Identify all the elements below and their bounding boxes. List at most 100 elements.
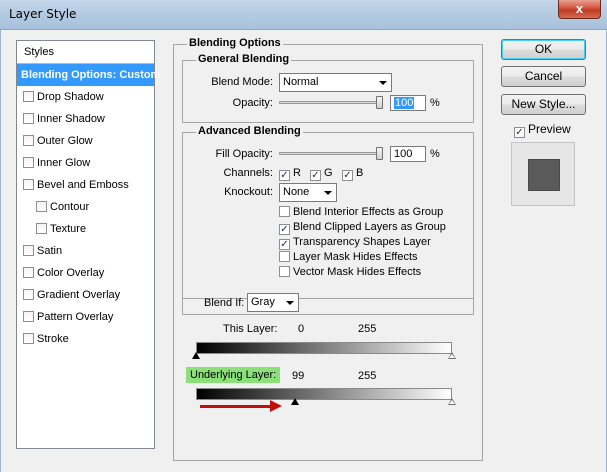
this-layer-label: This Layer: xyxy=(223,323,278,335)
styles-item-gradient-overlay[interactable]: Gradient Overlay xyxy=(17,284,154,306)
checkbox-icon[interactable] xyxy=(23,289,34,300)
preview-checkbox[interactable]: ✓ Preview xyxy=(514,122,571,138)
styles-item-inner-shadow[interactable]: Inner Shadow xyxy=(17,108,154,130)
checkbox-icon[interactable] xyxy=(23,179,34,190)
styles-item-label: Contour xyxy=(50,201,90,213)
styles-item-drop-shadow[interactable]: Drop Shadow xyxy=(17,86,154,108)
title-bar[interactable]: Layer Style x xyxy=(0,0,607,30)
fill-opacity-value: 100 xyxy=(394,148,413,160)
transparency-shapes-layer-checkbox[interactable]: ✓ Transparency Shapes Layer xyxy=(279,236,431,250)
styles-item-label: Pattern Overlay xyxy=(37,311,114,323)
styles-item-label: Satin xyxy=(37,245,63,257)
channel-r-checkbox[interactable]: ✓ R xyxy=(279,167,301,181)
checkmark-icon[interactable]: ✓ xyxy=(279,239,290,250)
checkbox-icon[interactable] xyxy=(23,135,34,146)
blend-if-value: Gray xyxy=(251,296,275,308)
opacity-input[interactable]: 100 xyxy=(390,95,426,111)
checkmark-icon[interactable]: ✓ xyxy=(279,170,290,181)
checkbox-icon[interactable] xyxy=(279,266,290,277)
styles-item-label: Outer Glow xyxy=(37,135,93,147)
blend-mode-select[interactable]: Normal xyxy=(279,73,392,92)
channel-r-label: R xyxy=(293,167,301,179)
checkbox-icon[interactable] xyxy=(279,251,290,262)
blend-clipped-layers-checkbox[interactable]: ✓ Blend Clipped Layers as Group xyxy=(279,221,446,235)
styles-item-texture[interactable]: Texture xyxy=(17,218,154,240)
styles-item-label: Inner Glow xyxy=(37,157,91,169)
layer-mask-hides-effects-checkbox[interactable]: Layer Mask Hides Effects xyxy=(279,251,418,263)
channel-b-checkbox[interactable]: ✓ B xyxy=(342,167,363,181)
opacity-slider[interactable] xyxy=(279,101,383,104)
vector-mask-hides-effects-checkbox[interactable]: Vector Mask Hides Effects xyxy=(279,266,421,278)
styles-item-label: Inner Shadow xyxy=(37,113,105,125)
blend-interior-effects-checkbox[interactable]: Blend Interior Effects as Group xyxy=(279,206,443,218)
underlying-layer-label: Underlying Layer: xyxy=(186,367,281,383)
underlying-layer-low-value: 99 xyxy=(292,370,305,382)
styles-item-stroke[interactable]: Stroke xyxy=(17,328,154,350)
dropdown-arrow-icon xyxy=(324,191,332,195)
underlying-layer-white-slider-icon[interactable] xyxy=(448,398,456,405)
blend-mode-value: Normal xyxy=(283,76,319,88)
styles-header[interactable]: Styles xyxy=(17,41,154,64)
checkbox-icon[interactable] xyxy=(23,311,34,322)
styles-item-label: Gradient Overlay xyxy=(37,289,121,301)
option-label: Blend Interior Effects as Group xyxy=(293,206,444,218)
checkbox-icon[interactable] xyxy=(23,157,34,168)
underlying-layer-black-slider-icon[interactable] xyxy=(291,398,299,405)
checkmark-icon[interactable]: ✓ xyxy=(514,127,525,138)
styles-item-contour[interactable]: Contour xyxy=(17,196,154,218)
opacity-slider-thumb[interactable] xyxy=(376,96,383,109)
dropdown-arrow-icon xyxy=(286,301,294,305)
checkbox-icon[interactable] xyxy=(279,206,290,217)
knockout-value: None xyxy=(283,186,310,198)
underlying-layer-gradient-bar xyxy=(196,388,452,400)
styles-item-inner-glow[interactable]: Inner Glow xyxy=(17,152,154,174)
styles-item-label: Drop Shadow xyxy=(37,91,104,103)
styles-item-bevel-and-emboss[interactable]: Bevel and Emboss xyxy=(17,174,154,196)
channel-g-checkbox[interactable]: ✓ G xyxy=(310,167,333,181)
option-label: Vector Mask Hides Effects xyxy=(293,266,422,278)
this-layer-white-slider-icon[interactable] xyxy=(448,352,456,359)
fill-opacity-slider-thumb[interactable] xyxy=(376,147,383,160)
fill-opacity-slider[interactable] xyxy=(279,152,383,155)
general-blending-title: General Blending xyxy=(196,53,292,65)
checkbox-icon[interactable] xyxy=(23,245,34,256)
window-title: Layer Style xyxy=(9,7,77,21)
cancel-button[interactable]: Cancel xyxy=(501,66,586,87)
option-label: Transparency Shapes Layer xyxy=(293,236,431,248)
this-layer-black-slider-icon[interactable] xyxy=(192,352,200,359)
checkbox-icon[interactable] xyxy=(23,113,34,124)
knockout-select[interactable]: None xyxy=(279,183,337,202)
dialog-client: Styles Blending Options: Custom Drop Sha… xyxy=(0,30,607,472)
styles-item-satin[interactable]: Satin xyxy=(17,240,154,262)
styles-item-color-overlay[interactable]: Color Overlay xyxy=(17,262,154,284)
styles-item-pattern-overlay[interactable]: Pattern Overlay xyxy=(17,306,154,328)
checkbox-icon[interactable] xyxy=(23,91,34,102)
fill-opacity-unit: % xyxy=(430,148,440,160)
checkbox-icon[interactable] xyxy=(36,201,47,212)
checkmark-icon[interactable]: ✓ xyxy=(310,170,321,181)
this-layer-gradient-bar xyxy=(196,342,452,354)
checkbox-icon[interactable] xyxy=(23,267,34,278)
this-layer-high-value: 255 xyxy=(358,323,377,335)
styles-item-blending-options[interactable]: Blending Options: Custom xyxy=(17,64,160,86)
close-button[interactable]: x xyxy=(558,0,601,19)
styles-item-label: Texture xyxy=(50,223,87,235)
new-style-button[interactable]: New Style... xyxy=(501,94,586,115)
annotation-arrow-shaft xyxy=(200,405,272,408)
opacity-value: 100 xyxy=(394,97,415,109)
styles-item-label: Color Overlay xyxy=(37,267,105,279)
ok-button[interactable]: OK xyxy=(501,39,586,60)
blend-if-label: Blend If: xyxy=(204,297,245,309)
preview-label: Preview xyxy=(528,122,571,136)
checkmark-icon[interactable]: ✓ xyxy=(279,224,290,235)
blend-if-select[interactable]: Gray xyxy=(247,293,299,312)
option-label: Blend Clipped Layers as Group xyxy=(293,221,446,233)
checkbox-icon[interactable] xyxy=(23,333,34,344)
style-preview xyxy=(511,142,575,206)
checkbox-icon[interactable] xyxy=(36,223,47,234)
checkmark-icon[interactable]: ✓ xyxy=(342,170,353,181)
styles-item-outer-glow[interactable]: Outer Glow xyxy=(17,130,154,152)
fill-opacity-input[interactable]: 100 xyxy=(390,146,426,162)
blending-options-title: Blending Options xyxy=(187,37,283,49)
fill-opacity-label: Fill Opacity: xyxy=(215,148,273,160)
